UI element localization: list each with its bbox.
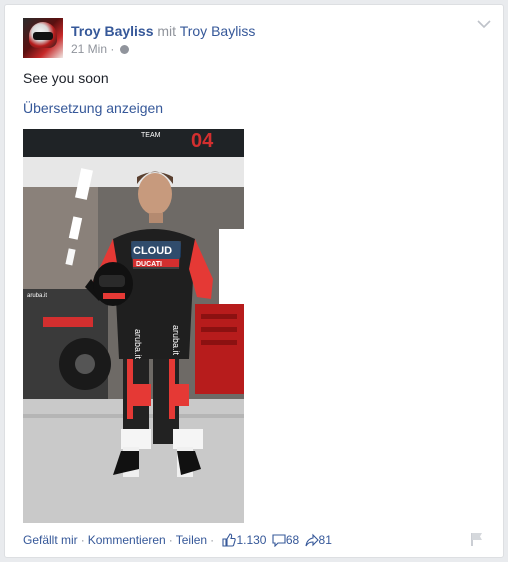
tagged-name[interactable]: Troy Bayliss: [180, 23, 256, 39]
meta-separator: ·: [110, 42, 115, 56]
post-meta: 21 Min ·: [71, 42, 129, 56]
action-separator: ·: [80, 533, 85, 547]
timestamp[interactable]: 21 Min: [71, 42, 107, 56]
background-aruba-text: aruba.it: [27, 293, 47, 299]
share-arrow-icon[interactable]: [304, 533, 319, 547]
comment-bubble-icon[interactable]: [272, 533, 286, 547]
action-bar: Gefällt mir · Kommentieren · Teilen · 1.130 6…: [23, 533, 332, 547]
author-name[interactable]: Troy Bayliss: [71, 23, 154, 39]
post-card: Troy Bayliss mit Troy Bayliss 21 Min · S…: [4, 4, 504, 558]
banner-team-text: TEAM: [141, 132, 161, 139]
suit-aruba-text-left: aruba.it: [133, 329, 143, 360]
chevron-down-icon[interactable]: [477, 19, 491, 29]
comments-count[interactable]: 68: [286, 533, 299, 547]
like-link[interactable]: Gefällt mir: [23, 533, 78, 547]
shares-count[interactable]: 81: [319, 533, 332, 547]
with-label: mit: [157, 23, 177, 39]
action-separator: ·: [168, 533, 173, 547]
likes-count[interactable]: 1.130: [236, 533, 266, 547]
avatar[interactable]: [23, 18, 63, 58]
thumbs-up-icon[interactable]: [222, 533, 237, 547]
suit-aruba-text-right: aruba.it: [171, 325, 181, 356]
globe-icon[interactable]: [119, 45, 129, 54]
post-photo[interactable]: TEAM 04 CLOUD DUCATI aruba.it aruba.it a…: [23, 129, 244, 523]
flag-icon[interactable]: [469, 531, 485, 547]
suit-ducati-text: DUCATI: [136, 261, 162, 268]
share-link[interactable]: Teilen: [176, 533, 207, 547]
banner-number-text: 04: [191, 130, 214, 152]
post-text: See you soon: [23, 70, 109, 86]
visor-graphic: [33, 32, 53, 40]
action-separator: ·: [210, 533, 215, 547]
post-header: Troy Bayliss mit Troy Bayliss: [71, 23, 255, 39]
translate-link[interactable]: Übersetzung anzeigen: [23, 100, 163, 116]
suit-cloud-text: CLOUD: [133, 245, 172, 257]
comment-link[interactable]: Kommentieren: [88, 533, 166, 547]
